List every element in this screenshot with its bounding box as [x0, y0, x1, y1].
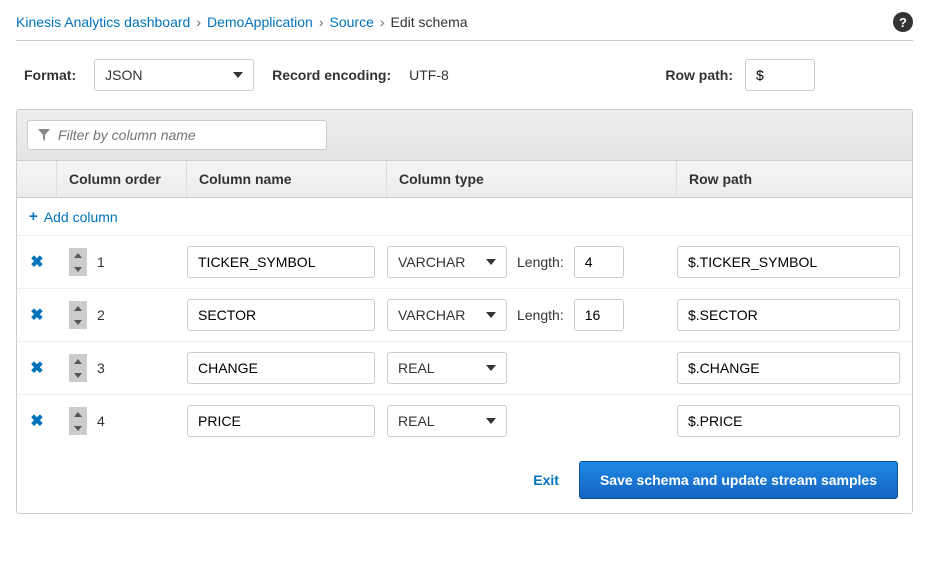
crumb-dashboard[interactable]: Kinesis Analytics dashboard [16, 14, 190, 30]
remove-icon[interactable]: ✖ [30, 305, 43, 325]
chevron-up-icon [74, 253, 82, 258]
move-down-button[interactable] [69, 421, 87, 435]
column-name-input[interactable] [187, 246, 375, 278]
length-label: Length: [517, 307, 564, 323]
column-type-dropdown[interactable]: VARCHAR [387, 299, 507, 331]
move-up-button[interactable] [69, 354, 87, 368]
type-value: VARCHAR [398, 307, 465, 323]
table-row: ✖ 2 VARCHAR Length: [17, 289, 912, 342]
order-value: 4 [97, 413, 105, 429]
length-label: Length: [517, 254, 564, 270]
encoding-value: UTF-8 [409, 67, 449, 83]
rowpath-input[interactable] [745, 59, 815, 91]
footer-actions: Exit Save schema and update stream sampl… [17, 447, 912, 513]
header-path: Row path [677, 161, 912, 197]
chevron-down-icon [233, 72, 243, 78]
encoding-label: Record encoding: [272, 67, 391, 83]
move-up-button[interactable] [69, 248, 87, 262]
column-name-input[interactable] [187, 405, 375, 437]
add-column-label: Add column [44, 209, 118, 225]
chevron-down-icon [74, 320, 82, 325]
move-up-button[interactable] [69, 301, 87, 315]
filter-icon [38, 129, 50, 141]
header-name: Column name [187, 161, 387, 197]
table-row: ✖ 1 VARCHAR Length: [17, 236, 912, 289]
order-value: 1 [97, 254, 105, 270]
chevron-down-icon [486, 365, 496, 371]
chevron-down-icon [486, 312, 496, 318]
chevron-up-icon [74, 412, 82, 417]
remove-icon[interactable]: ✖ [30, 411, 43, 431]
chevron-right-icon: › [380, 14, 385, 30]
chevron-down-icon [74, 267, 82, 272]
type-value: REAL [398, 360, 435, 376]
move-down-button[interactable] [69, 315, 87, 329]
remove-icon[interactable]: ✖ [30, 358, 43, 378]
table-header: Column order Column name Column type Row… [17, 161, 912, 198]
order-value: 2 [97, 307, 105, 323]
chevron-up-icon [74, 359, 82, 364]
header-order: Column order [57, 161, 187, 197]
row-path-input[interactable] [677, 352, 900, 384]
order-value: 3 [97, 360, 105, 376]
chevron-down-icon [486, 418, 496, 424]
table-row: ✖ 3 REAL [17, 342, 912, 395]
type-value: VARCHAR [398, 254, 465, 270]
column-name-input[interactable] [187, 352, 375, 384]
header-type: Column type [387, 161, 677, 197]
filter-input[interactable] [58, 127, 316, 143]
breadcrumb-bar: Kinesis Analytics dashboard › DemoApplic… [16, 12, 913, 41]
add-column-button[interactable]: + Add column [29, 208, 118, 225]
column-name-input[interactable] [187, 299, 375, 331]
length-input[interactable] [574, 246, 624, 278]
row-path-input[interactable] [677, 405, 900, 437]
chevron-right-icon: › [196, 14, 201, 30]
help-icon[interactable]: ? [893, 12, 913, 32]
chevron-up-icon [74, 306, 82, 311]
format-value: JSON [105, 67, 142, 83]
panel-toolbar [17, 110, 912, 161]
chevron-down-icon [74, 373, 82, 378]
column-type-dropdown[interactable]: VARCHAR [387, 246, 507, 278]
plus-icon: + [29, 208, 38, 225]
chevron-down-icon [74, 426, 82, 431]
exit-button[interactable]: Exit [533, 472, 559, 488]
length-input[interactable] [574, 299, 624, 331]
format-label: Format: [24, 67, 76, 83]
schema-panel: Column order Column name Column type Row… [16, 109, 913, 514]
column-type-dropdown[interactable]: REAL [387, 352, 507, 384]
move-down-button[interactable] [69, 368, 87, 382]
crumb-current: Edit schema [391, 14, 468, 30]
table-row: ✖ 4 REAL [17, 395, 912, 447]
crumb-application[interactable]: DemoApplication [207, 14, 313, 30]
rows-container: ✖ 1 VARCHAR Length: ✖ [17, 236, 912, 447]
rowpath-label: Row path: [665, 67, 733, 83]
filter-wrap[interactable] [27, 120, 327, 150]
move-down-button[interactable] [69, 262, 87, 276]
format-dropdown[interactable]: JSON [94, 59, 254, 91]
chevron-down-icon [486, 259, 496, 265]
column-type-dropdown[interactable]: REAL [387, 405, 507, 437]
move-up-button[interactable] [69, 407, 87, 421]
breadcrumb: Kinesis Analytics dashboard › DemoApplic… [16, 14, 468, 30]
chevron-right-icon: › [319, 14, 324, 30]
crumb-source[interactable]: Source [330, 14, 374, 30]
row-path-input[interactable] [677, 299, 900, 331]
top-controls: Format: JSON Record encoding: UTF-8 Row … [16, 41, 913, 109]
save-button[interactable]: Save schema and update stream samples [579, 461, 898, 499]
type-value: REAL [398, 413, 435, 429]
remove-icon[interactable]: ✖ [30, 252, 43, 272]
row-path-input[interactable] [677, 246, 900, 278]
